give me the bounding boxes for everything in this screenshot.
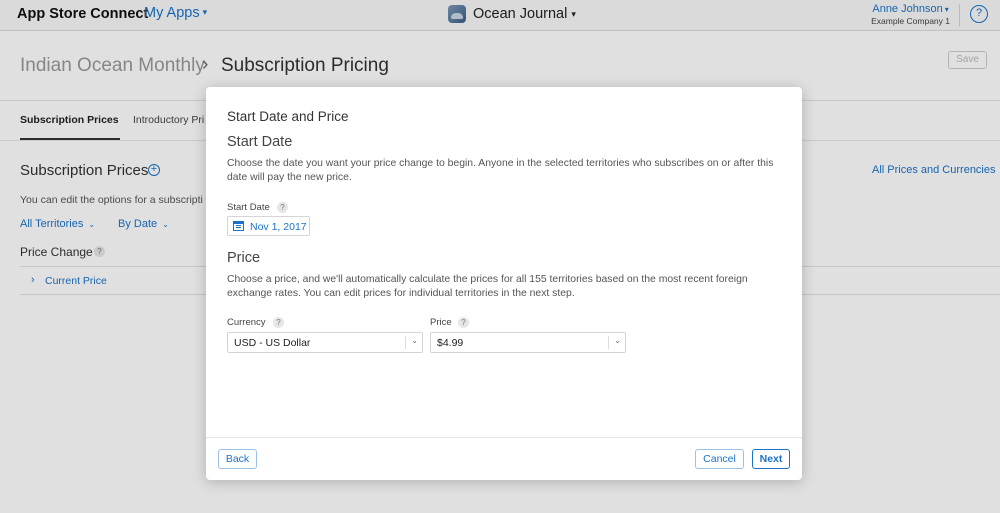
back-button[interactable]: Back [218,449,257,469]
calendar-icon [233,221,244,231]
dialog-title: Start Date and Price [227,109,349,124]
price-label: Price [430,317,452,328]
divider [608,336,609,349]
start-date-price-dialog: Start Date and Price Start Date Choose t… [206,87,802,480]
divider [206,437,802,438]
currency-select[interactable]: USD - US Dollar ⌄ [227,332,423,353]
currency-label: Currency [227,317,266,328]
currency-value: USD - US Dollar [234,337,311,349]
start-date-value: Nov 1, 2017 [250,221,307,233]
price-description: Choose a price, and we'll automatically … [227,274,748,299]
price-heading: Price [227,250,261,266]
price-select[interactable]: $4.99 ⌄ [430,332,626,353]
chevron-down-icon: ⌄ [411,336,418,345]
start-date-description: Choose the date you want your price chan… [227,158,774,183]
help-icon[interactable]: ? [273,317,284,328]
help-icon[interactable]: ? [277,202,288,213]
next-button[interactable]: Next [752,449,790,469]
start-date-heading: Start Date [227,134,293,150]
start-date-picker[interactable]: Nov 1, 2017 [227,216,310,236]
start-date-label: Start Date [227,202,270,213]
help-icon[interactable]: ? [458,317,469,328]
chevron-down-icon: ⌄ [614,336,621,345]
cancel-button[interactable]: Cancel [695,449,744,469]
divider [405,336,406,349]
price-value: $4.99 [437,337,464,349]
